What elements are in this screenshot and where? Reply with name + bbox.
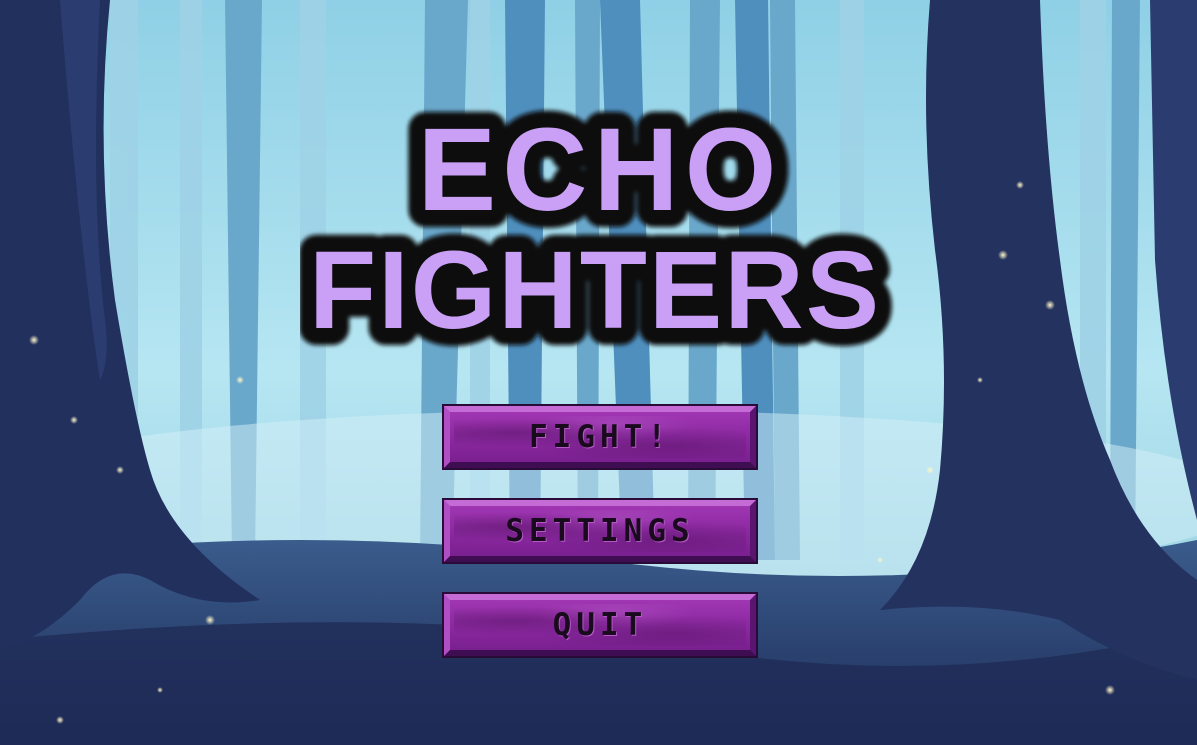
logo-title-line1: ECHO (418, 104, 783, 236)
quit-button[interactable]: QUIT (444, 594, 756, 656)
fight-button-label: FIGHT! (529, 419, 671, 455)
game-logo: ECHO FIGHTERS ECHO FIGHTERS (300, 92, 896, 369)
settings-button[interactable]: SETTINGS (444, 500, 756, 562)
quit-button-label: QUIT (552, 607, 648, 643)
logo-title-line2: FIGHTERS (309, 229, 881, 352)
fight-button[interactable]: FIGHT! (444, 406, 756, 468)
settings-button-label: SETTINGS (505, 513, 695, 549)
